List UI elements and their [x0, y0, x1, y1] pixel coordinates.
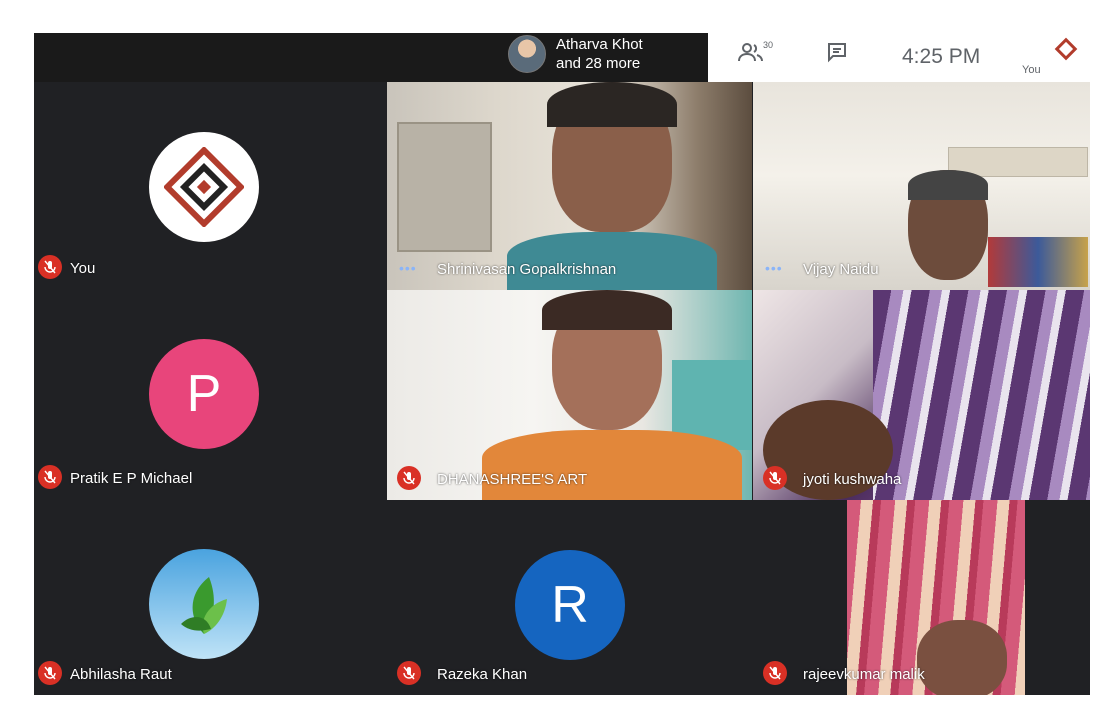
tile-abhilasha[interactable]: Abhilasha Raut: [34, 499, 387, 695]
mic-off-icon: [763, 466, 787, 490]
bookshelf: [397, 122, 492, 252]
mic-off-icon: [763, 661, 787, 685]
presenter-name: Atharva Khot: [556, 36, 643, 53]
person-video: [482, 290, 742, 500]
participant-name: Razeka Khan: [437, 666, 528, 683]
chat-icon[interactable]: [826, 41, 848, 69]
mic-off-icon: [38, 465, 62, 489]
top-bar-controls: 30 4:25 PM You: [708, 33, 1090, 82]
meeting-window: Atharva Khot and 28 more 30 4:25 PM You: [34, 33, 1090, 695]
participant-name: Abhilasha Raut: [70, 666, 172, 683]
self-logo-icon[interactable]: [1054, 37, 1078, 61]
people-icon[interactable]: [738, 41, 764, 69]
posters: [988, 237, 1088, 287]
participant-name: Pratik E P Michael: [70, 470, 193, 487]
participant-name: DHANASHREE'S ART: [437, 471, 588, 488]
tile-dhanashree[interactable]: DHANASHREE'S ART: [387, 290, 752, 500]
clock: 4:25 PM: [902, 45, 981, 68]
tile-you[interactable]: You: [34, 82, 387, 289]
people-count: 30: [763, 40, 774, 50]
participant-name: Vijay Naidu: [803, 261, 879, 278]
presenter-more: and 28 more: [556, 55, 641, 72]
tile-pratik[interactable]: P Pratik E P Michael: [34, 289, 387, 499]
tile-razeka[interactable]: R Razeka Khan: [387, 500, 752, 695]
letter-avatar: R: [515, 550, 625, 660]
participant-name: You: [70, 260, 96, 277]
leaf-avatar: [149, 549, 259, 659]
curtain-pattern: [873, 290, 1090, 500]
tile-jyoti[interactable]: jyoti kushwaha: [753, 290, 1090, 500]
mic-off-icon: [38, 661, 62, 685]
participant-name: rajeevkumar malik: [803, 666, 925, 683]
tile-vijay[interactable]: ••• Vijay Naidu: [753, 82, 1090, 290]
speaking-indicator: •••: [399, 260, 417, 276]
presenter-avatar: [508, 35, 546, 73]
tile-shrinivasan[interactable]: ••• Shrinivasan Gopalkrishnan: [387, 82, 752, 290]
speaking-indicator: •••: [765, 260, 783, 276]
tile-rajeev[interactable]: rajeevkumar malik: [753, 500, 1090, 695]
letter-avatar: P: [149, 339, 259, 449]
person-video: [507, 82, 717, 290]
participant-name: Shrinivasan Gopalkrishnan: [437, 261, 617, 278]
self-label: You: [1022, 64, 1041, 76]
mic-off-icon: [397, 466, 421, 490]
presenter-chip[interactable]: Atharva Khot and 28 more: [508, 35, 643, 73]
mic-off-icon: [38, 255, 62, 279]
person-video: [898, 170, 998, 290]
top-bar: Atharva Khot and 28 more: [34, 33, 708, 82]
person-video: [917, 620, 1007, 695]
logo-avatar: [149, 132, 259, 242]
mic-off-icon: [397, 661, 421, 685]
participant-name: jyoti kushwaha: [803, 471, 902, 488]
